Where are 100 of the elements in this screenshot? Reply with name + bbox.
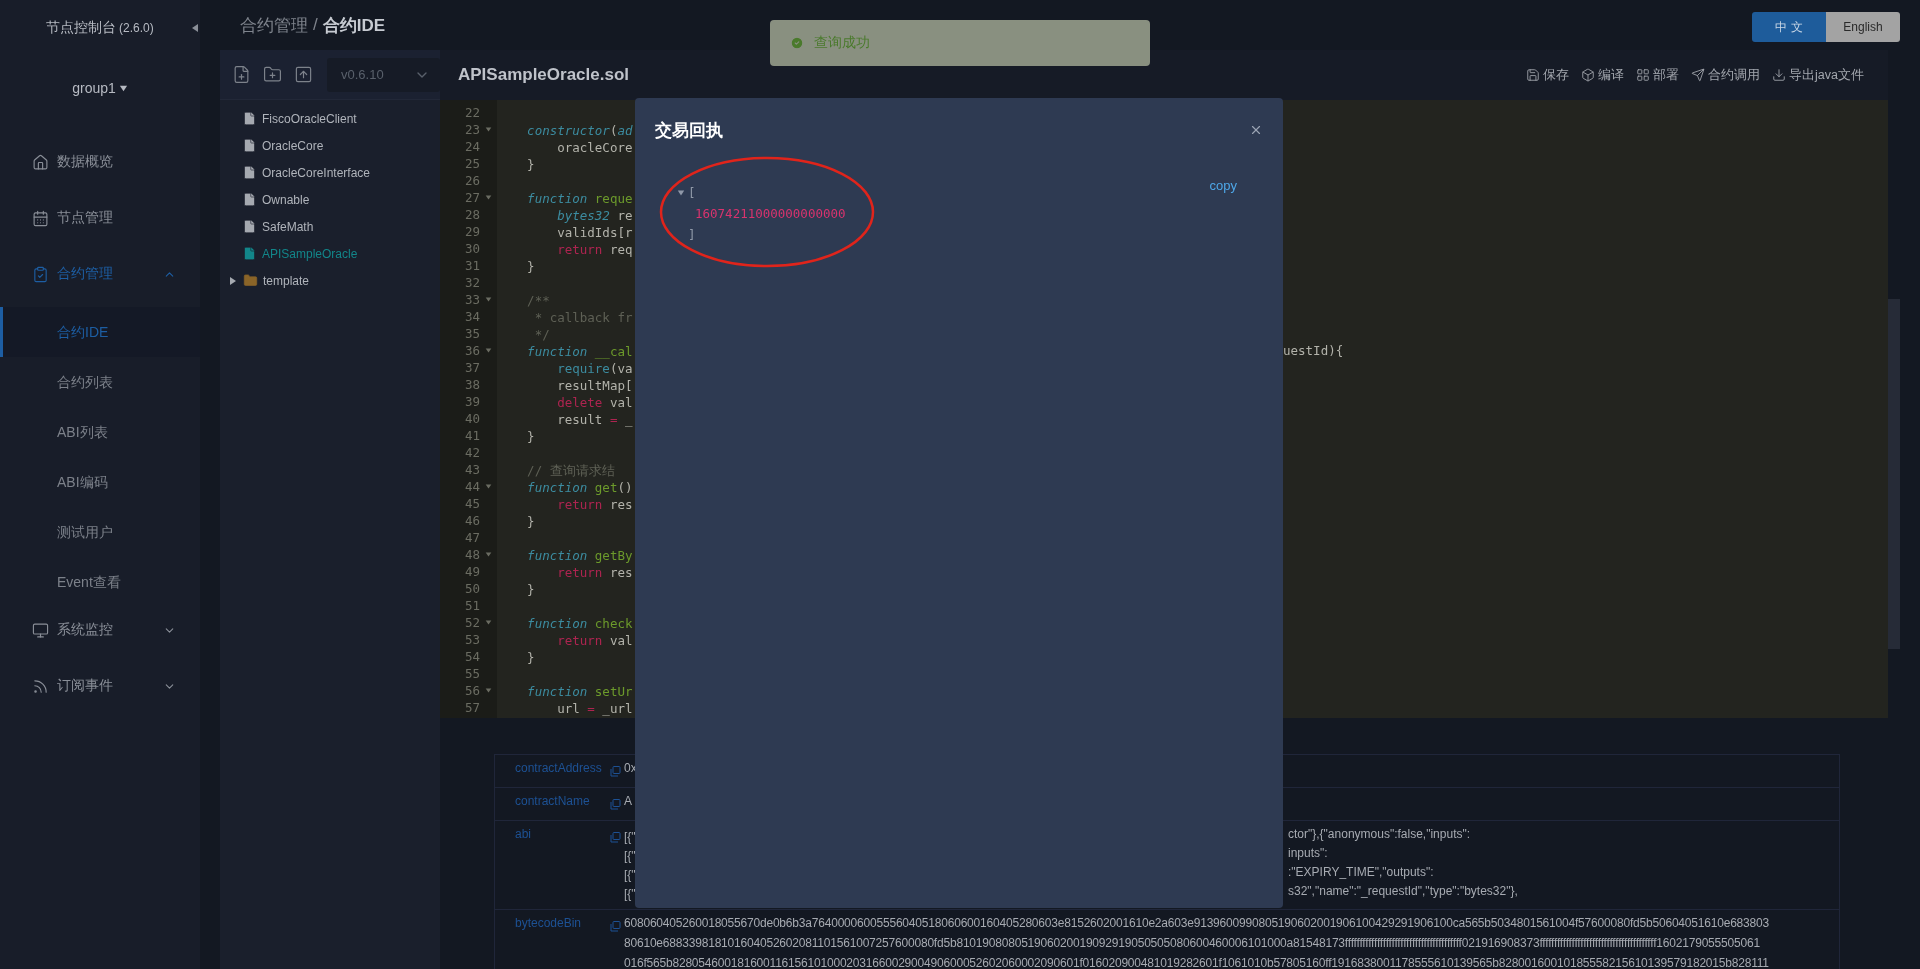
line-number: 24 [463,139,480,154]
detail-value: A [624,794,632,809]
language-button[interactable]: 中 文 [1752,12,1826,42]
line-number: 53 [463,632,480,647]
copy-icon[interactable] [610,799,621,810]
caret-down-icon[interactable] [677,188,685,197]
line-number: 26 [463,173,480,188]
toolbar-action[interactable]: 编译 [1581,66,1625,84]
file-icon [242,246,257,261]
sidebar-subitem[interactable]: ABI编码 [0,457,200,507]
line-number: 55 [463,666,480,681]
line-number: 35 [463,326,480,341]
file-icon [242,165,257,180]
detail-value: 608060405260018055670de0b6b3a76400006005556040518060600160405280603e8152602001610e2a603e9139600990805190602001906100429291906100ca565b5034801561004f57600080fd5b50604051610e683803 [624,916,1769,932]
line-number: 52 [463,615,480,630]
breadcrumb-separator: / [313,15,318,35]
code-line: } [526,429,535,444]
sidebar-subitem[interactable]: 测试用户 [0,507,200,557]
detail-value: [{" [624,849,636,863]
copy-link[interactable]: copy [1209,178,1237,193]
code-line: function getBy [526,548,633,563]
code-line: function reque [526,191,633,206]
sidebar-subitem[interactable]: 合约列表 [0,357,200,407]
code-line: return val [556,633,633,648]
sidebar-item[interactable]: 系统监控 [0,607,200,653]
code-line: */ [533,327,550,342]
copy-icon[interactable] [610,832,621,843]
folder-item[interactable]: template [220,267,440,294]
toolbar-action[interactable]: 部署 [1636,66,1680,84]
file-item[interactable]: FiscoOracleClient [220,105,440,132]
save-icon [1526,68,1541,82]
file-icon [242,192,257,207]
group-dropdown[interactable]: group1 [72,80,128,96]
line-number: 29 [463,224,480,239]
send-icon [1691,68,1706,82]
file-item[interactable]: OracleCoreInterface [220,159,440,186]
detail-label: contractAddress [515,761,603,777]
fold-icon[interactable] [485,296,492,303]
code-line: } [526,259,535,274]
code-line: } [526,157,535,172]
copy-icon[interactable] [610,921,621,932]
code-line: require(va [556,361,633,376]
calendar-icon [32,209,49,227]
file-item[interactable]: SafeMath [220,213,440,240]
language-button[interactable]: English [1826,12,1900,42]
line-number: 27 [463,190,480,205]
scrollbar[interactable] [1888,299,1900,649]
line-number: 56 [463,683,480,698]
code-line: } [526,650,535,665]
close-button[interactable] [1249,123,1263,137]
caret-down-icon [118,83,128,93]
cube-icon [1581,68,1596,82]
line-number: 49 [463,564,480,579]
code-line: url = _url [556,701,633,716]
fold-icon[interactable] [485,126,492,133]
fold-icon[interactable] [485,619,492,626]
monitor-icon [32,621,49,639]
caret-right-icon[interactable] [228,275,238,286]
sidebar-subitem[interactable]: ABI列表 [0,407,200,457]
fold-icon[interactable] [485,483,492,490]
line-number: 34 [463,309,480,324]
code-line: bytes32 re [556,208,633,223]
sidebar-item[interactable]: 节点管理 [0,195,200,241]
version-select[interactable]: v0.6.10 [327,57,440,92]
code-line: oracleCore [556,140,633,155]
detail-value: [{" [624,887,636,901]
toolbar-action[interactable]: 保存 [1526,66,1570,84]
code-line: } [526,514,535,529]
code-line: uestId){ [1283,342,1344,359]
toolbar-action[interactable]: 导出java文件 [1772,66,1864,84]
line-number: 33 [463,292,480,307]
breadcrumb-link[interactable]: 合约管理 [240,13,308,37]
detail-value: 016f565b828054600181600116156101000203166002900490600052602060002090601f016020900481019282601f1061010b57805160ff1916838001178555610139565b82800160010185558215610139579182015b828111 [624,956,1769,969]
code-line: /** [526,293,550,308]
line-number: 46 [463,513,480,528]
line-number: 38 [463,377,480,392]
line-number: 23 [463,122,480,137]
home-icon [32,153,49,171]
line-number: 39 [463,394,480,409]
code-line: function __cal [526,344,633,359]
code-line: } [526,582,535,597]
file-item[interactable]: OracleCore [220,132,440,159]
fold-icon[interactable] [485,687,492,694]
sidebar-subitem[interactable]: Event查看 [0,557,200,607]
json-value: 16074211000000000000 [695,206,846,221]
detail-value: s32","name":"_requestId","type":"bytes32"}, [1288,884,1518,900]
file-icon [242,219,257,234]
fold-icon[interactable] [485,347,492,354]
sidebar-item[interactable]: 订阅事件 [0,663,200,709]
file-item[interactable]: Ownable [220,186,440,213]
toolbar-action[interactable]: 合约调用 [1691,66,1761,84]
line-number: 37 [463,360,480,375]
dialog-title: 交易回执 [655,119,723,142]
fold-icon[interactable] [485,194,492,201]
sidebar-item[interactable]: 数据概览 [0,139,200,185]
code-line: function get() [526,480,633,495]
line-number: 57 [463,700,480,715]
copy-icon[interactable] [610,766,621,777]
fold-icon[interactable] [485,551,492,558]
file-item[interactable]: APISampleOracle [220,240,440,267]
